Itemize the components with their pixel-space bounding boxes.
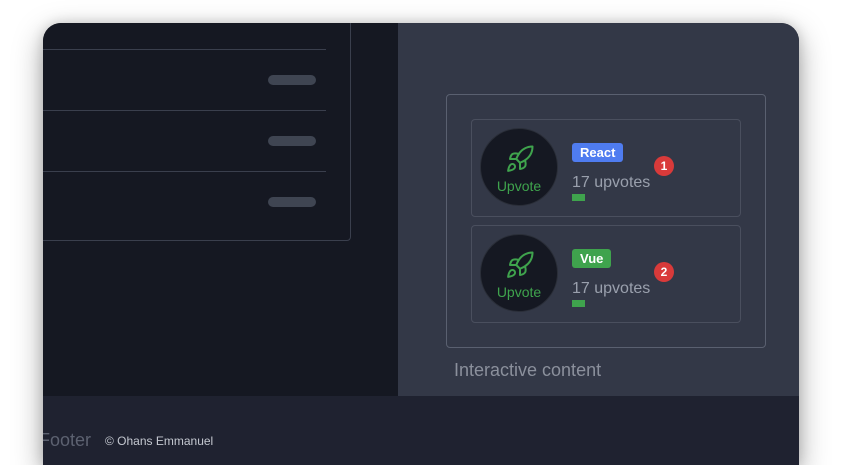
upvote-card-vue: Upvote Vue 17 upvotes 2 bbox=[471, 225, 741, 323]
upvote-button[interactable]: Upvote bbox=[480, 234, 558, 312]
skeleton-list-card bbox=[43, 23, 351, 241]
footer-title: Footer bbox=[43, 430, 92, 450]
left-pane bbox=[43, 23, 398, 396]
skeleton-pill bbox=[268, 75, 316, 85]
upvote-card-react: Upvote React 17 upvotes 1 bbox=[471, 119, 741, 217]
upvote-button[interactable]: Upvote bbox=[480, 128, 558, 206]
rank-badge: 1 bbox=[654, 156, 674, 176]
skeleton-row bbox=[43, 171, 326, 233]
rank-badge: 2 bbox=[654, 262, 674, 282]
upvote-count: 17 upvotes bbox=[572, 280, 651, 297]
rocket-icon bbox=[507, 145, 534, 172]
tag-vue: Vue bbox=[572, 249, 612, 268]
interactive-pane: Upvote React 17 upvotes 1 Upvote Vue 17 … bbox=[398, 23, 799, 396]
upvote-label: Upvote bbox=[496, 284, 542, 300]
interactive-caption: Interactive content bbox=[454, 360, 602, 380]
upvote-count: 17 upvotes bbox=[572, 174, 651, 191]
upvote-label: Upvote bbox=[496, 178, 542, 194]
skeleton-pill bbox=[268, 197, 316, 207]
footer: Footer © Ohans Emmanuel bbox=[43, 396, 799, 465]
app-window: Upvote React 17 upvotes 1 Upvote Vue 17 … bbox=[43, 23, 799, 465]
footer-copyright: © Ohans Emmanuel bbox=[105, 434, 214, 448]
tag-react: React bbox=[572, 143, 624, 162]
skeleton-row bbox=[43, 49, 326, 111]
interactive-content-box: Upvote React 17 upvotes 1 Upvote Vue 17 … bbox=[446, 94, 766, 348]
rocket-icon bbox=[507, 251, 534, 278]
skeleton-pill bbox=[268, 136, 316, 146]
upvote-bar bbox=[572, 300, 585, 307]
upvote-bar bbox=[572, 194, 585, 201]
skeleton-row bbox=[43, 110, 326, 172]
